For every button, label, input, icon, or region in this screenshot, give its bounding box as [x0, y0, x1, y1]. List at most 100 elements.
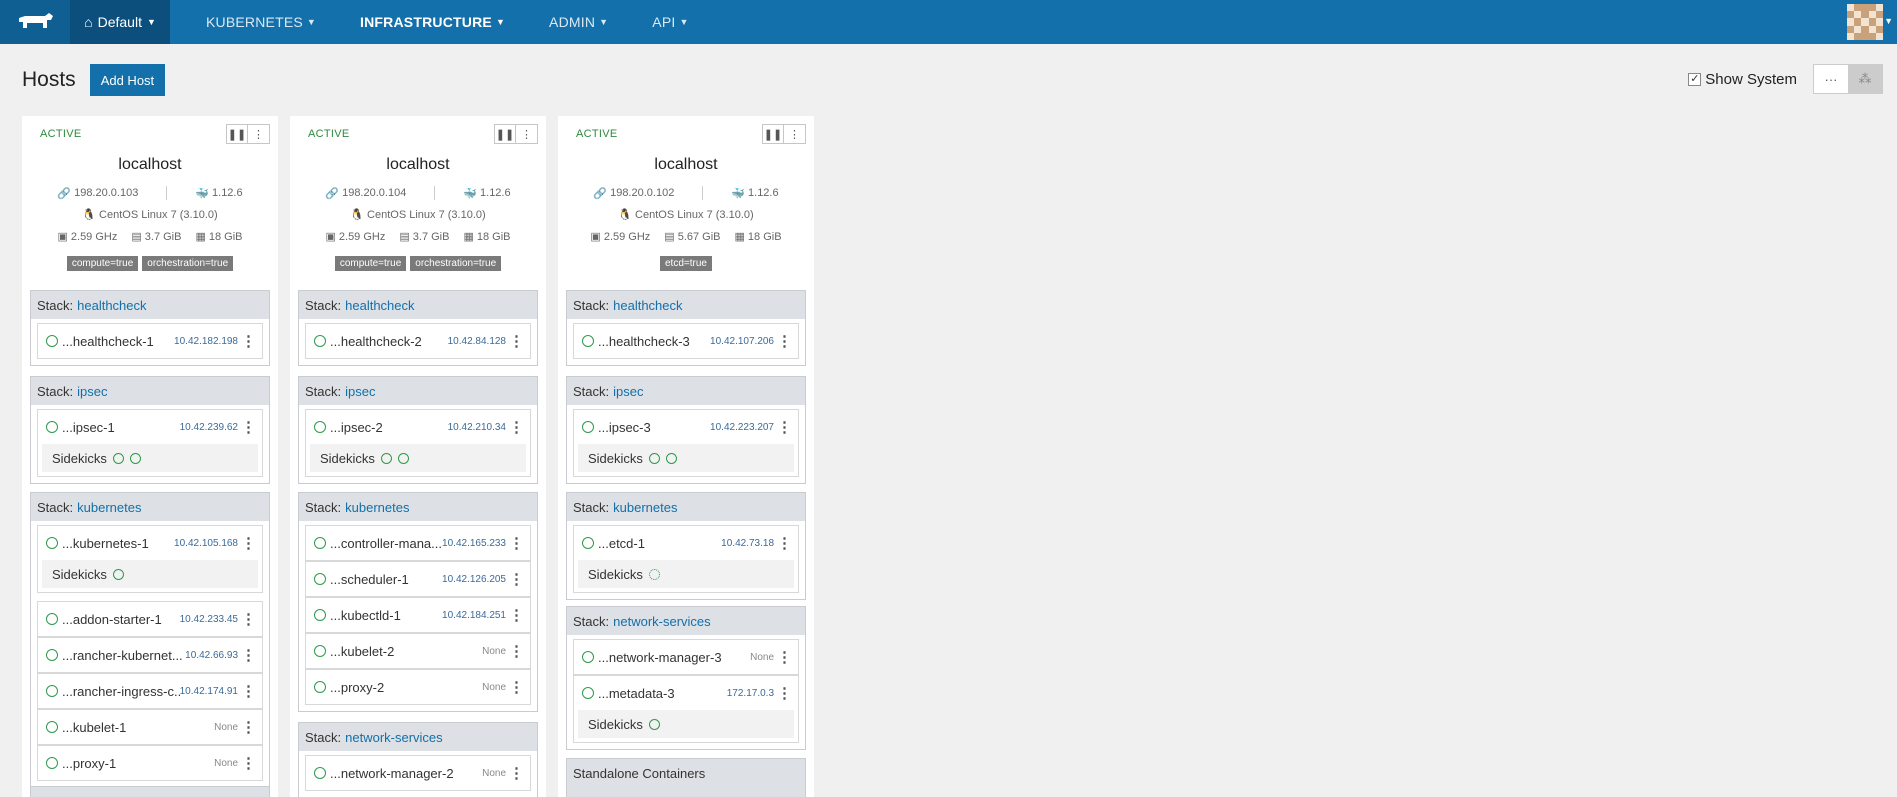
container-row[interactable]: ...scheduler-1 10.42.126.205 ⋮ [306, 562, 530, 596]
stack-link[interactable]: kubernetes [77, 500, 141, 515]
sidekick-status-icon[interactable] [648, 452, 660, 464]
sidekick-status-icon[interactable] [112, 452, 124, 464]
more-menu-icon[interactable]: ⋮ [509, 670, 524, 704]
pause-icon[interactable]: ❚❚ [494, 124, 516, 144]
running-status-icon [582, 335, 594, 347]
more-menu-icon[interactable]: ⋮ [241, 710, 256, 744]
rancher-logo[interactable] [0, 0, 70, 44]
stack-link[interactable]: healthcheck [613, 298, 682, 313]
sidekick-status-icon[interactable] [380, 452, 392, 464]
container-ip: 172.17.0.3 [726, 687, 774, 699]
host-info-os: 🐧 CentOS Linux 7 (3.10.0) [290, 208, 546, 222]
show-system-label[interactable]: Show System [1705, 71, 1797, 88]
container-row[interactable]: ...network-manager-2 None ⋮ [306, 756, 530, 790]
host-label-badge: orchestration=true [410, 256, 502, 271]
container-row[interactable]: ...ipsec-1 10.42.239.62 ⋮ [38, 410, 262, 444]
nav-kubernetes[interactable]: KUBERNETES ▼ [206, 14, 316, 30]
container-ip: None [214, 757, 238, 769]
show-system-checkbox[interactable]: ✓ [1688, 72, 1702, 86]
more-menu-icon[interactable]: ⋮ [241, 746, 256, 780]
container-row[interactable]: ...ipsec-3 10.42.223.207 ⋮ [574, 410, 798, 444]
sidekicks-label: Sidekicks [52, 566, 107, 582]
container-row[interactable]: ...etcd-1 10.42.73.18 ⋮ [574, 526, 798, 560]
more-menu-icon[interactable]: ⋮ [777, 526, 792, 560]
container-row[interactable]: ...healthcheck-1 10.42.182.198 ⋮ [38, 324, 262, 358]
more-menu-icon[interactable]: ⋮ [509, 324, 524, 358]
stack-link[interactable]: healthcheck [345, 298, 414, 313]
running-status-icon [582, 537, 594, 549]
more-menu-icon[interactable]: ⋮ [241, 674, 256, 708]
more-menu-icon[interactable]: ⋮ [509, 410, 524, 444]
stack-link[interactable]: network-services [345, 730, 443, 745]
sidekick-status-icon[interactable] [665, 452, 677, 464]
more-menu-icon[interactable]: ⋮ [509, 598, 524, 632]
container-row[interactable]: ...kubelet-1 None ⋮ [38, 710, 262, 744]
sidekick-status-icon[interactable] [112, 568, 124, 580]
container-row[interactable]: ...kubectld-1 10.42.184.251 ⋮ [306, 598, 530, 632]
more-menu-icon[interactable]: ⋮ [784, 124, 806, 144]
container-name: ...network-manager-3 [598, 649, 722, 665]
container-row[interactable]: ...proxy-2 None ⋮ [306, 670, 530, 704]
container-row[interactable]: ...proxy-1 None ⋮ [38, 746, 262, 780]
nav-api[interactable]: API ▼ [652, 14, 688, 30]
running-status-icon [314, 681, 326, 693]
environment-switcher[interactable]: ⌂ Default ▼ [70, 0, 170, 44]
more-menu-icon[interactable]: ⋮ [509, 562, 524, 596]
container-row[interactable]: ...healthcheck-3 10.42.107.206 ⋮ [574, 324, 798, 358]
nav-infrastructure[interactable]: INFRASTRUCTURE ▼ [360, 14, 505, 30]
more-menu-icon[interactable]: ⋮ [777, 676, 792, 710]
more-menu-icon[interactable]: ⋮ [509, 634, 524, 668]
stack-link[interactable]: kubernetes [345, 500, 409, 515]
stack-link[interactable]: ipsec [613, 384, 643, 399]
more-menu-icon[interactable]: ⋮ [777, 640, 792, 674]
more-menu-icon[interactable]: ⋮ [777, 410, 792, 444]
more-menu-icon[interactable]: ⋮ [241, 324, 256, 358]
container-row[interactable]: ...kubelet-2 None ⋮ [306, 634, 530, 668]
sidekick-status-icon[interactable] [648, 718, 660, 730]
container-row[interactable]: ...ipsec-2 10.42.210.34 ⋮ [306, 410, 530, 444]
stack-kubernetes: Stack: kubernetes ...kubernetes-1 10.42.10… [30, 492, 270, 788]
stack-link[interactable]: healthcheck [77, 298, 146, 313]
stack-link[interactable]: ipsec [77, 384, 107, 399]
pause-icon[interactable]: ❚❚ [762, 124, 784, 144]
list-view-button[interactable]: ··· [1814, 65, 1848, 93]
nav-admin[interactable]: ADMIN ▼ [549, 14, 608, 30]
container-row[interactable]: ...controller-mana... 10.42.165.233 ⋮ [306, 526, 530, 560]
more-menu-icon[interactable]: ⋮ [241, 410, 256, 444]
grid-view-button[interactable]: ⁂ [1848, 65, 1882, 93]
user-avatar[interactable] [1847, 4, 1883, 40]
more-menu-icon[interactable]: ⋮ [241, 602, 256, 636]
stack-link[interactable]: ipsec [345, 384, 375, 399]
stack-link[interactable]: network-services [613, 614, 711, 629]
container-row[interactable]: ...addon-starter-1 10.42.233.45 ⋮ [38, 602, 262, 636]
stack-prefix: Stack: [37, 383, 74, 399]
running-status-icon [582, 651, 594, 663]
running-status-icon [46, 613, 58, 625]
more-menu-icon[interactable]: ⋮ [509, 756, 524, 790]
host-os: CentOS Linux 7 (3.10.0) [367, 208, 486, 221]
add-host-button[interactable]: Add Host [89, 64, 166, 96]
host-labels: compute=true orchestration=true [290, 256, 546, 271]
pause-icon[interactable]: ❚❚ [226, 124, 248, 144]
more-menu-icon[interactable]: ⋮ [241, 638, 256, 672]
container-row[interactable]: ...kubernetes-1 10.42.105.168 ⋮ [38, 526, 262, 560]
host-card: ACTIVE ❚❚ ⋮ localhost 🔗 198.20.0.103 🐳 1.1… [22, 116, 278, 797]
more-menu-icon[interactable]: ⋮ [509, 526, 524, 560]
container-row[interactable]: ...rancher-ingress-c... 10.42.174.91 ⋮ [38, 674, 262, 708]
chevron-down-icon[interactable]: ▼ [1884, 16, 1893, 26]
container-row[interactable]: ...metadata-3 172.17.0.3 ⋮ [574, 676, 798, 710]
more-menu-icon[interactable]: ⋮ [777, 324, 792, 358]
more-menu-icon[interactable]: ⋮ [248, 124, 270, 144]
container-row[interactable]: ...healthcheck-2 10.42.84.128 ⋮ [306, 324, 530, 358]
stack-link[interactable]: kubernetes [613, 500, 677, 515]
more-menu-icon[interactable]: ⋮ [516, 124, 538, 144]
cpu-icon: ▣ [590, 231, 601, 243]
container-row[interactable]: ...network-manager-3 None ⋮ [574, 640, 798, 674]
sidekick-status-icon[interactable] [129, 452, 141, 464]
gear-icon[interactable] [648, 568, 660, 580]
more-menu-icon[interactable]: ⋮ [241, 526, 256, 560]
container-row[interactable]: ...rancher-kubernet... 10.42.66.93 ⋮ [38, 638, 262, 672]
stack-title: Stack: network-services [567, 607, 805, 635]
sidekick-status-icon[interactable] [397, 452, 409, 464]
docker-icon: 🐳 [731, 187, 746, 200]
